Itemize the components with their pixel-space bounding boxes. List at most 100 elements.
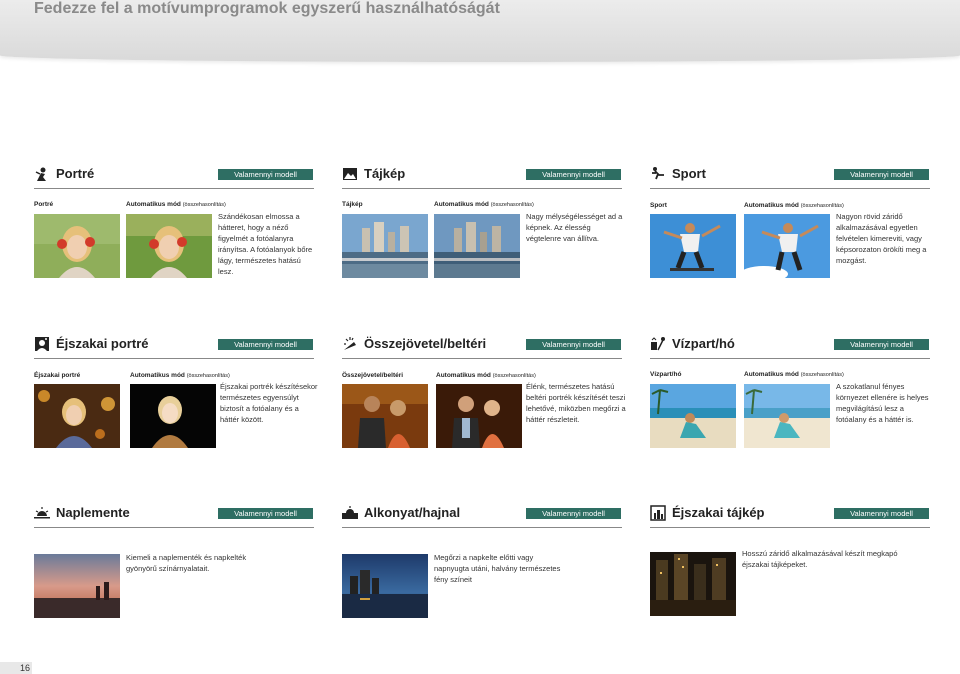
section-description: Szándékosan elmossa a hátteret, hogy a n…	[218, 212, 313, 276]
party-photo-mode	[342, 384, 428, 448]
dusk-photo	[342, 554, 428, 618]
models-badge: Valamennyi modell	[526, 339, 621, 350]
compare-text: (összehasonlítás)	[186, 373, 230, 379]
section-title: Sport	[672, 166, 706, 181]
beach-snow-icon	[651, 337, 665, 351]
compare-text: (összehasonlítás)	[492, 373, 536, 379]
auto-mode-text: Automatikus mód	[434, 201, 489, 208]
photo-label: Éjszakai portré	[34, 372, 81, 379]
divider	[650, 188, 930, 189]
section-portre: Portré Valamennyi modell Portré Automati…	[34, 164, 314, 284]
portrait-photo-auto	[126, 214, 212, 278]
photo-label: Portré	[34, 201, 54, 208]
landscape-icon	[343, 168, 357, 180]
section-description: Hosszú záridő alkalmazásával készít megk…	[742, 549, 898, 569]
section-osszejovetel: Összejövetel/beltéri Valamennyi modell Ö…	[342, 334, 626, 454]
section-title: Alkonyat/hajnal	[364, 505, 461, 520]
photo-label-auto: Automatikus mód (összehasonlítás)	[744, 202, 844, 209]
models-badge: Valamennyi modell	[218, 169, 313, 180]
section-title: Összejövetel/beltéri	[364, 336, 487, 351]
photo-label: Sport	[650, 202, 667, 209]
party-icon	[344, 337, 356, 350]
section-alkonyat: Alkonyat/hajnal Valamennyi modell Megőrz…	[342, 503, 622, 618]
section-title: Naplemente	[56, 505, 130, 520]
auto-mode-text: Automatikus mód	[126, 201, 181, 208]
section-header: Tájkép Valamennyi modell	[342, 164, 622, 189]
landscape-photo-auto	[434, 214, 520, 278]
section-header: Alkonyat/hajnal Valamennyi modell	[342, 503, 622, 528]
section-ejszakai-tajkep: Éjszakai tájkép Valamennyi modell Hosszú…	[650, 503, 930, 616]
section-tajkep: Tájkép Valamennyi modell Tájkép Automati…	[342, 164, 622, 284]
photo-label: Összejövetel/beltéri	[342, 372, 404, 379]
divider	[650, 527, 930, 528]
section-header: Sport Valamennyi modell	[650, 164, 930, 189]
section-description: Kiemeli a naplementék és napkelték gyöny…	[126, 553, 247, 573]
divider	[650, 358, 930, 359]
models-badge: Valamennyi modell	[218, 508, 313, 519]
divider	[342, 527, 622, 528]
sport-photo-mode	[650, 214, 736, 278]
section-description: Megőrzi a napkelte előtti vagy napnyugta…	[434, 553, 561, 584]
section-naplemente: Naplemente Valamennyi modell Kiemeli a n…	[34, 503, 314, 618]
portrait-photo-mode	[34, 214, 120, 278]
photo-label-auto: Automatikus mód (összehasonlítás)	[436, 372, 536, 379]
compare-text: (összehasonlítás)	[182, 202, 226, 208]
divider	[342, 188, 622, 189]
night-portrait-photo-auto	[130, 384, 216, 448]
photo-label-auto: Automatikus mód (összehasonlítás)	[744, 371, 844, 378]
section-description: Nagyon rövid záridő alkalmazásával egyet…	[836, 212, 927, 265]
section-title: Tájkép	[364, 166, 406, 181]
night-portrait-icon	[35, 337, 49, 351]
sport-icon	[652, 167, 664, 180]
section-header: Éjszakai portré Valamennyi modell	[34, 334, 314, 359]
models-badge: Valamennyi modell	[526, 169, 621, 180]
photo-label-auto: Automatikus mód (összehasonlítás)	[434, 201, 534, 208]
night-portrait-photo-mode	[34, 384, 120, 448]
section-vizpart: Vízpart/hó Valamennyi modell Vízpart/hó …	[650, 334, 930, 454]
divider	[34, 527, 314, 528]
section-title: Vízpart/hó	[672, 336, 735, 351]
auto-mode-text: Automatikus mód	[130, 372, 185, 379]
sunset-photo	[34, 554, 120, 618]
beach-photo-auto	[744, 384, 830, 448]
models-badge: Valamennyi modell	[834, 169, 929, 180]
models-badge: Valamennyi modell	[526, 508, 621, 519]
section-title: Portré	[56, 166, 95, 181]
compare-text: (összehasonlítás)	[800, 372, 844, 378]
divider	[34, 188, 314, 189]
section-header: Portré Valamennyi modell	[34, 164, 314, 189]
photo-label: Tájkép	[342, 201, 363, 208]
section-description: Nagy mélységélességet ad a képnek. Az él…	[526, 212, 623, 243]
page-heading: Fedezze fel a motívumprogramok egyszerű …	[34, 0, 500, 17]
photo-label-auto: Automatikus mód (összehasonlítás)	[126, 201, 226, 208]
models-badge: Valamennyi modell	[218, 339, 313, 350]
section-description: Éjszakai portrék készítésekor természete…	[220, 382, 318, 424]
page-number: 16	[0, 662, 32, 674]
divider	[342, 358, 622, 359]
auto-mode-text: Automatikus mód	[744, 371, 799, 378]
section-title: Éjszakai portré	[56, 336, 149, 351]
section-sport: Sport Valamennyi modell Sport Automatiku…	[650, 164, 930, 284]
compare-text: (összehasonlítás)	[490, 202, 534, 208]
party-photo-auto	[436, 384, 522, 448]
sunset-icon	[34, 507, 50, 519]
models-badge: Valamennyi modell	[834, 508, 929, 519]
night-landscape-photo	[650, 552, 736, 616]
beach-photo-mode	[650, 384, 736, 448]
section-header: Naplemente Valamennyi modell	[34, 503, 314, 528]
models-badge: Valamennyi modell	[834, 339, 929, 350]
photo-label-auto: Automatikus mód (összehasonlítás)	[130, 372, 230, 379]
night-landscape-icon	[650, 505, 666, 521]
divider	[34, 358, 314, 359]
compare-text: (összehasonlítás)	[800, 203, 844, 209]
dusk-icon	[342, 506, 358, 519]
section-header: Összejövetel/beltéri Valamennyi modell	[342, 334, 622, 359]
section-ejszakai-portre: Éjszakai portré Valamennyi modell Éjszak…	[34, 334, 318, 454]
section-description: Élénk, természetes hatású beltéri portré…	[526, 382, 626, 424]
auto-mode-text: Automatikus mód	[436, 372, 491, 379]
auto-mode-text: Automatikus mód	[744, 202, 799, 209]
landscape-photo-mode	[342, 214, 428, 278]
section-title: Éjszakai tájkép	[672, 505, 765, 520]
sport-photo-auto	[744, 214, 830, 278]
section-description: A szokatlanul fényes környezet ellenére …	[836, 382, 929, 424]
